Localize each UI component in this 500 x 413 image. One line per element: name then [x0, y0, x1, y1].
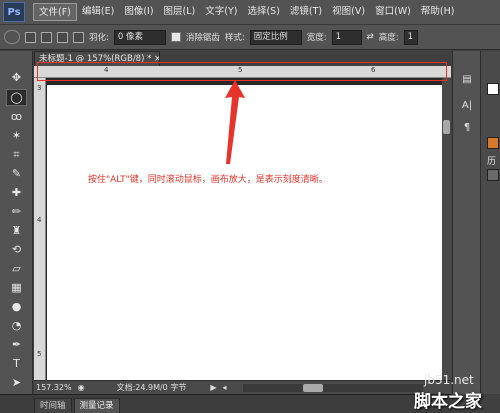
marquee-tool-icon[interactable]: ◯ — [6, 89, 27, 106]
new-selection-icon[interactable] — [25, 31, 36, 43]
menu-help[interactable]: 帮助(H) — [416, 3, 460, 21]
magic-wand-tool-icon[interactable]: ✶ — [6, 127, 27, 144]
menu-bar: Ps 文件(F) 编辑(E) 图像(I) 图层(L) 文字(Y) 选择(S) 滤… — [0, 0, 500, 24]
marquee-preset-icon[interactable] — [4, 30, 20, 44]
ruler-v-tick: 4 — [37, 216, 42, 224]
ruler-v-tick: 5 — [37, 350, 42, 358]
horizontal-scroll-thumb[interactable] — [302, 383, 323, 392]
menu-layer[interactable]: 图层(L) — [159, 3, 201, 21]
menu-view[interactable]: 视图(V) — [327, 3, 370, 21]
path-selection-tool-icon[interactable]: ➤ — [6, 374, 27, 391]
annotation-arrow — [225, 80, 245, 164]
width-label: 宽度: — [306, 33, 327, 43]
blur-tool-icon[interactable]: ● — [6, 298, 27, 315]
scroll-left-icon[interactable]: ◂ — [222, 383, 226, 392]
crop-tool-icon[interactable]: ⌗ — [6, 146, 27, 163]
color-swatch[interactable] — [487, 137, 499, 149]
menu-select[interactable]: 选择(S) — [242, 3, 284, 21]
horizontal-scrollbar[interactable] — [242, 383, 423, 392]
menu-file[interactable]: 文件(F) — [33, 3, 77, 21]
antialias-label: 消除锯齿 — [185, 33, 220, 43]
bottom-panel-tabs: 时间轴 测量记录 — [0, 394, 452, 413]
move-tool-icon[interactable]: ✥ — [6, 69, 27, 86]
style-select[interactable]: 固定比例 — [249, 29, 302, 45]
tab-timeline[interactable]: 时间轴 — [34, 398, 72, 413]
character-panel-icon[interactable]: A| — [459, 97, 475, 113]
dodge-tool-icon[interactable]: ◔ — [6, 317, 27, 334]
height-input[interactable]: 1 — [403, 29, 418, 45]
status-bar: 157.32% ◉ 文档:24.9M/0 字节 ▶ ◂ — [34, 380, 451, 394]
status-info-icon[interactable]: ◉ — [78, 383, 85, 392]
add-selection-icon[interactable] — [41, 31, 52, 43]
history-panel-label[interactable]: 历 — [487, 154, 496, 167]
menu-image[interactable]: 图像(I) — [119, 3, 158, 21]
vertical-scroll-thumb[interactable] — [443, 120, 450, 134]
subtract-selection-icon[interactable] — [57, 31, 68, 43]
brush-tool-icon[interactable]: ✏ — [6, 203, 27, 220]
feather-label: 羽化: — [89, 33, 109, 43]
menu-edit[interactable]: 编辑(E) — [77, 3, 119, 21]
vertical-scrollbar[interactable] — [442, 78, 451, 380]
ruler-v-tick: 3 — [37, 84, 42, 92]
clone-stamp-tool-icon[interactable]: ♜ — [6, 222, 27, 239]
tab-measurement-log[interactable]: 测量记录 — [73, 398, 120, 413]
ps-logo: Ps — [3, 2, 25, 22]
doc-info[interactable]: 文档:24.9M/0 字节 — [117, 382, 187, 393]
eraser-tool-icon[interactable]: ▱ — [6, 260, 27, 277]
type-tool-icon[interactable]: T — [6, 355, 27, 372]
eyedropper-tool-icon[interactable]: ✎ — [6, 165, 27, 182]
lasso-tool-icon[interactable]: ꝏ — [6, 108, 27, 125]
panel-options-icon[interactable]: ▤ — [459, 71, 475, 87]
width-input[interactable]: 1 — [331, 29, 362, 45]
tools-panel: ✥ ◯ ꝏ ✶ ⌗ ✎ ✚ ✏ ♜ ⟲ ▱ ▦ ● ◔ ✒ T ➤ — [0, 51, 33, 394]
style-label: 样式: — [224, 33, 245, 43]
vertical-ruler[interactable]: 3 4 5 — [34, 78, 46, 380]
zoom-level[interactable]: 157.32% — [36, 383, 72, 392]
watermark-site-name: 脚本之家 — [414, 392, 482, 412]
height-label: 高度: — [378, 33, 399, 43]
history-brush-tool-icon[interactable]: ⟲ — [6, 241, 27, 258]
color-swatch[interactable] — [487, 83, 499, 95]
gradient-tool-icon[interactable]: ▦ — [6, 279, 27, 296]
antialias-checkbox[interactable] — [170, 32, 181, 42]
swap-icon[interactable]: ⇄ — [367, 32, 374, 42]
paragraph-panel-icon[interactable]: ¶ — [459, 119, 475, 135]
healing-brush-tool-icon[interactable]: ✚ — [6, 184, 27, 201]
right-color-panel: 历 — [480, 51, 500, 394]
options-bar: 羽化: 0 像素 消除锯齿 样式: 固定比例 宽度: 1 ⇄ 高度: 1 — [0, 24, 500, 50]
menu-window[interactable]: 窗口(W) — [370, 3, 416, 21]
annotation-text: 按住"ALT"键，同时滚动鼠标，画布放大，是表示刻度清晰。 — [88, 175, 328, 185]
menu-filter[interactable]: 滤镜(T) — [285, 3, 327, 21]
right-icon-panel: ▤ A| ¶ — [452, 51, 480, 394]
menu-type[interactable]: 文字(Y) — [200, 3, 242, 21]
photoshop-window: Ps 文件(F) 编辑(E) 图像(I) 图层(L) 文字(Y) 选择(S) 滤… — [0, 0, 500, 413]
pen-tool-icon[interactable]: ✒ — [6, 336, 27, 353]
intersect-selection-icon[interactable] — [73, 31, 84, 43]
history-thumbnail[interactable] — [487, 169, 499, 181]
watermark-url: jb51.net — [424, 373, 474, 387]
status-menu-icon[interactable]: ▶ — [210, 383, 216, 392]
feather-input[interactable]: 0 像素 — [113, 29, 166, 45]
